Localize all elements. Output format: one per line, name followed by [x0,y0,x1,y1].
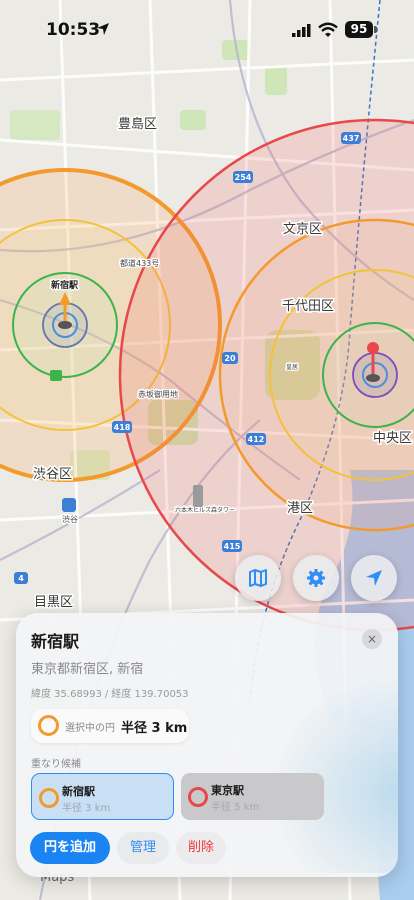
map-icon [249,569,267,587]
label-chiyoda: 千代田区 [282,299,334,314]
train-icon [62,498,76,512]
orange-ring-icon [38,715,59,736]
address-text: 東京都新宿区, 新宿 [31,662,144,677]
candidate-radius: 半径 5 km [211,802,260,813]
delete-button[interactable]: 削除 [176,832,226,864]
label-bunkyo: 文京区 [283,222,322,237]
wifi-icon [318,22,338,37]
route-418-label: 418 [114,423,131,432]
longitude-text: 経度 139.70053 [111,689,189,700]
close-button[interactable]: × [362,629,382,649]
label-chuo: 中央区 [373,431,412,446]
route-437-label: 437 [343,134,360,143]
label-shinjuku-pin: 新宿駅 [51,279,79,291]
route-415-label: 415 [224,542,241,551]
candidate-card-shinjuku[interactable]: 新宿駅 半径 3 km [31,773,174,820]
manage-button[interactable]: 管理 [117,832,169,864]
route-20-label: 20 [224,354,236,363]
add-circle-button[interactable]: 円を追加 [30,832,110,864]
label-shibuya-station: 渋谷 [62,514,78,524]
label-meguro: 目黒区 [34,595,73,610]
location-arrow-icon [97,23,109,35]
coords-separator: / [104,689,109,700]
selected-circle-label: 選択中の円 [65,723,115,734]
status-time: 10:53 [46,20,101,40]
label-minato: 港区 [287,501,313,516]
signal-icon [292,24,311,37]
battery-tip [374,26,377,33]
selected-circle-pill[interactable]: 選択中の円 半径 3 km [31,709,189,743]
current-location-button[interactable] [351,555,397,601]
label-akasaka: 赤坂御用地 [138,389,178,399]
settings-button[interactable] [293,555,339,601]
candidate-name: 新宿駅 [62,785,95,798]
overlap-candidates-label: 重なり候補 [31,759,81,770]
map-style-button[interactable] [235,555,281,601]
location-detail-sheet: 新宿駅 × 東京都新宿区, 新宿 緯度 35.68993/経度 139.7005… [16,613,398,877]
location-arrow-icon [366,570,382,586]
route-4-label: 4 [18,574,24,583]
sheet-title: 新宿駅 [31,632,80,651]
status-bar: 10:53 95 [0,0,414,56]
gear-icon [307,569,325,587]
label-shibuya: 渋谷区 [33,467,72,482]
coordinates-text: 緯度 35.68993/経度 139.70053 [31,685,192,700]
candidate-name: 東京駅 [211,784,244,797]
label-toshima: 豊島区 [118,117,157,132]
orange-ring-icon [39,788,59,808]
label-road433: 都道433号 [120,258,159,268]
battery-icon: 95 [345,21,373,38]
station-marker-icon [50,370,62,381]
label-kokyo: 皇居 [286,363,298,371]
selected-radius-value: 半径 3 km [121,721,188,736]
route-412-label: 412 [248,435,265,444]
red-ring-icon [188,787,208,807]
label-roppongi: 六本木ヒルズ森タワー [175,506,235,514]
building-icon [193,485,203,507]
candidate-radius: 半径 3 km [62,803,111,814]
latitude-text: 緯度 35.68993 [31,689,102,700]
route-254-label: 254 [235,173,252,182]
candidate-card-tokyo[interactable]: 東京駅 半径 5 km [181,773,324,820]
